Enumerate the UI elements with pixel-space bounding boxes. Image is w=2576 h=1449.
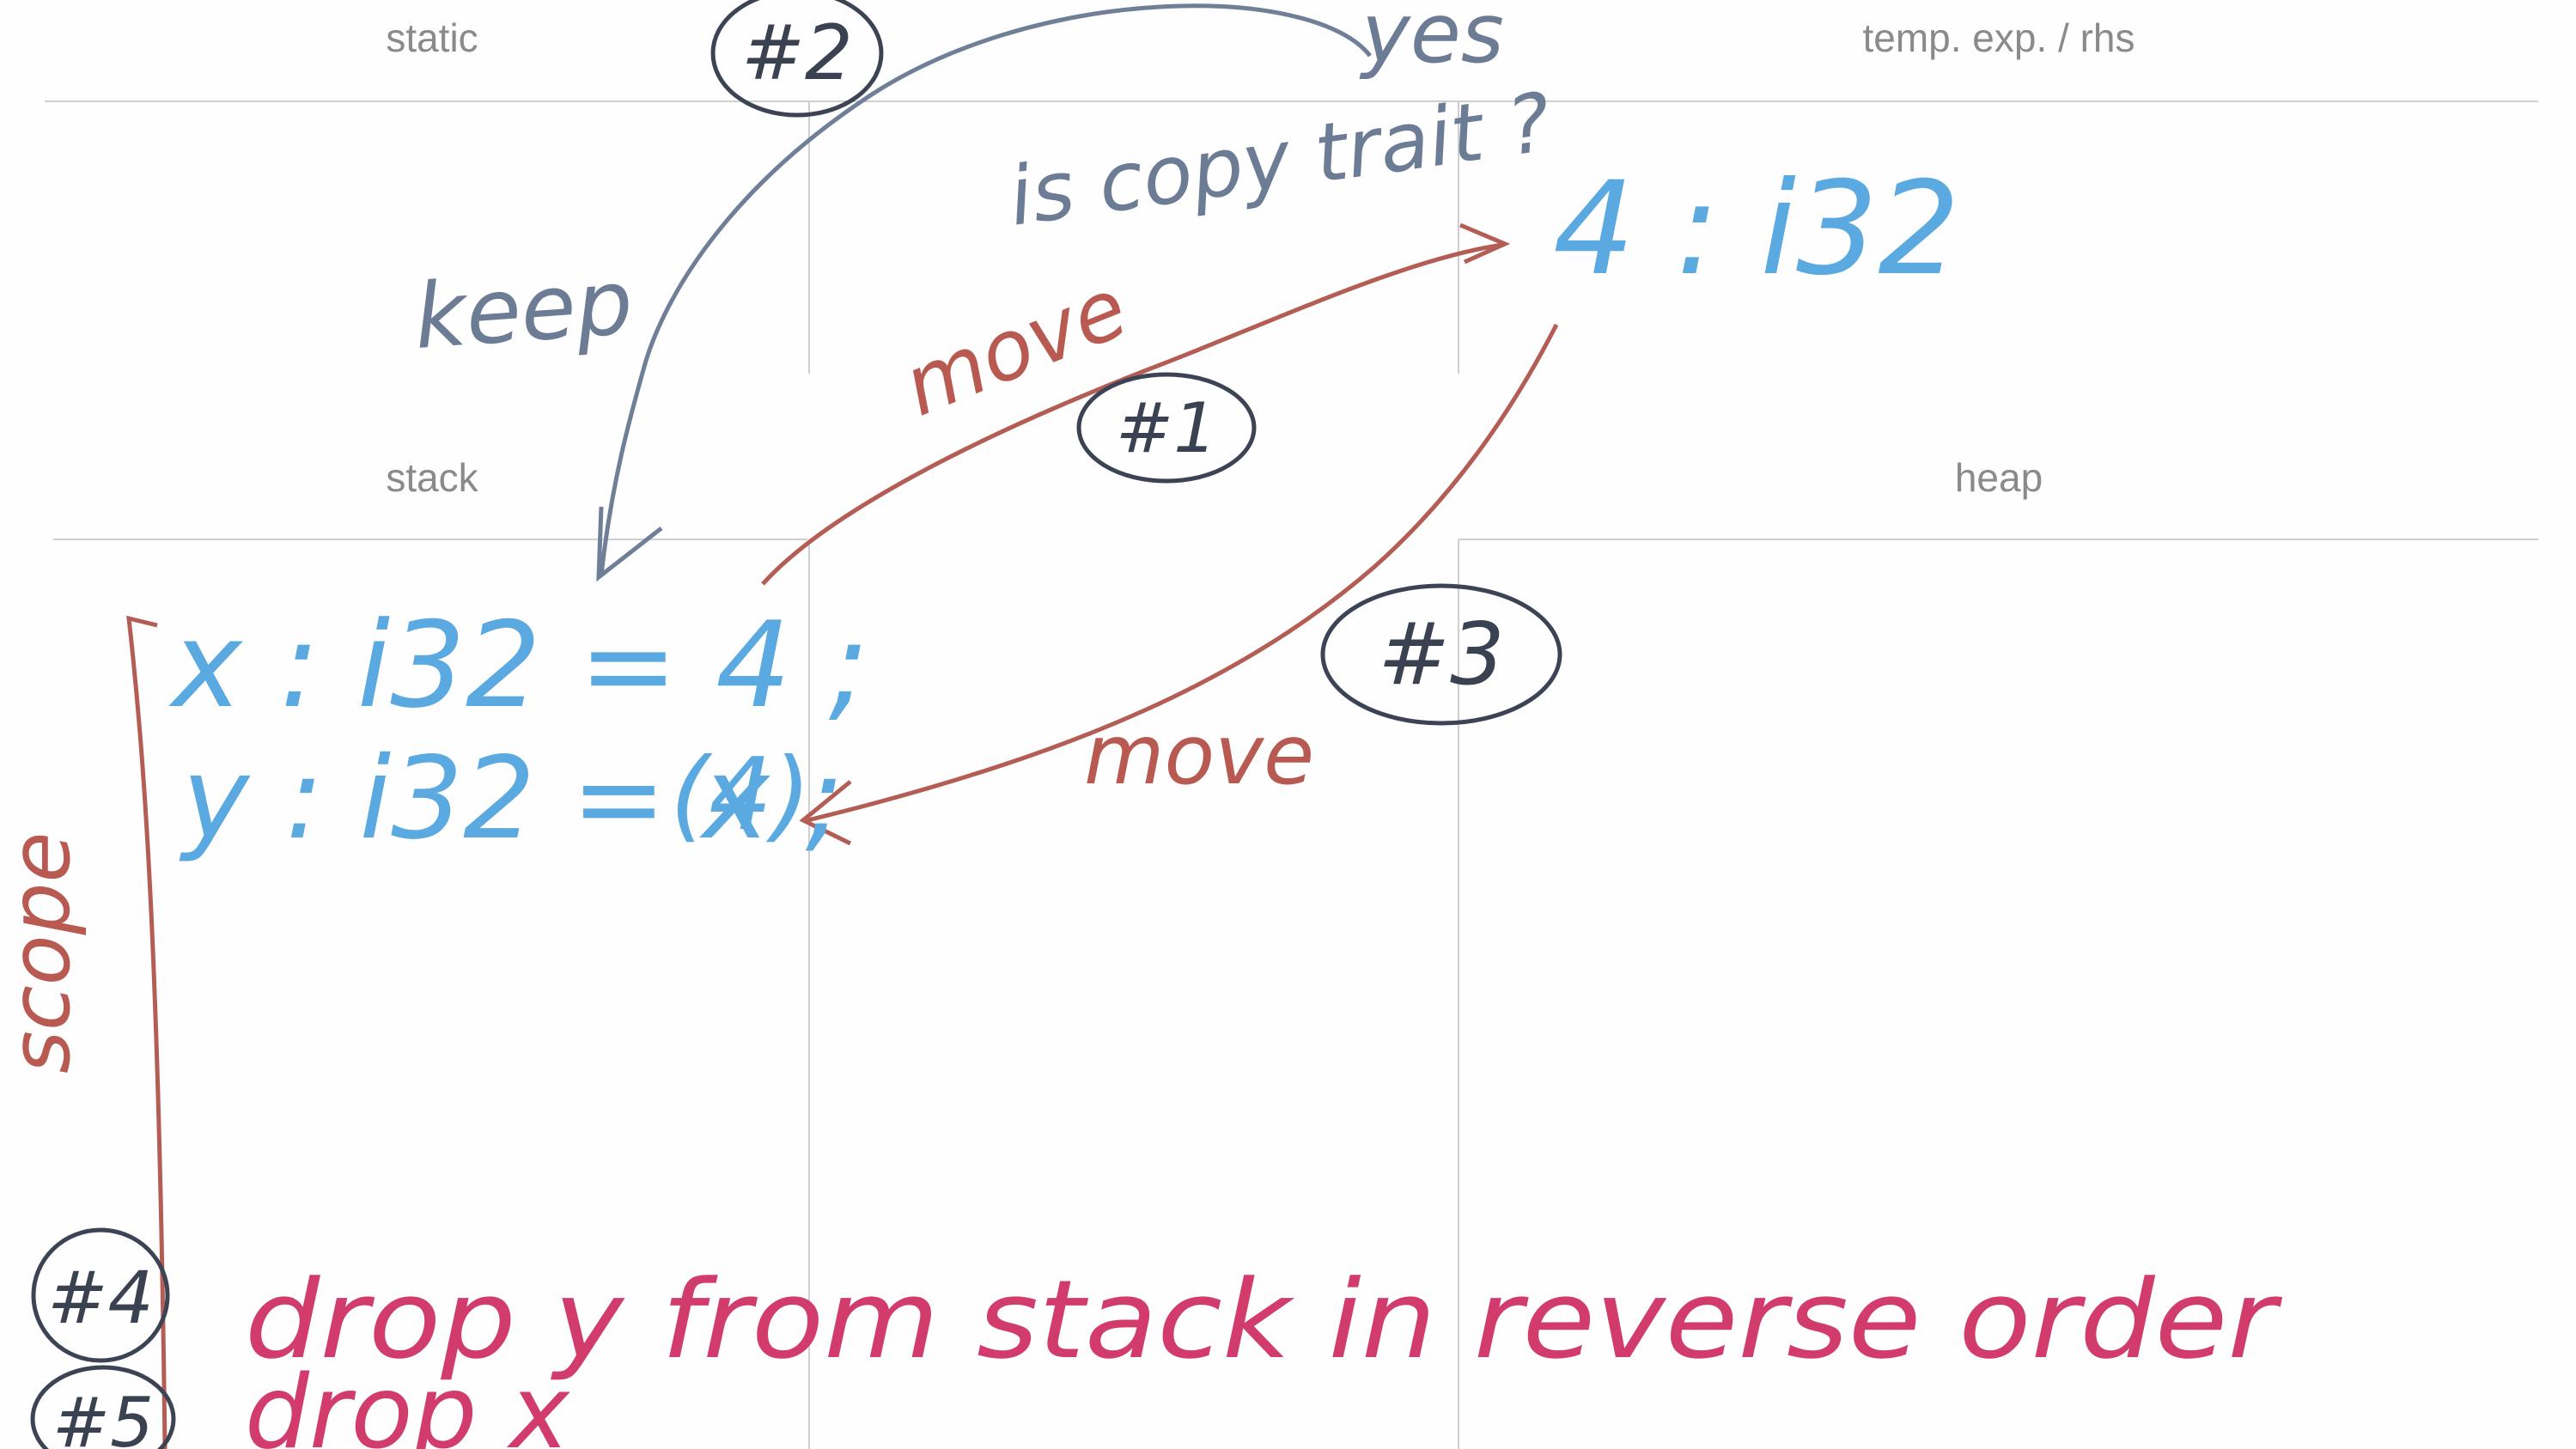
diagram: static temp. exp. / rhs stack heap #2 #1… (0, 0, 2538, 1449)
move-label-3: move (1084, 707, 1314, 803)
step-label-5: #5 (52, 1383, 154, 1449)
step-label-2: #2 (741, 9, 853, 97)
region-label-static: static (386, 15, 478, 60)
keep-arrow (599, 3, 1372, 576)
region-label-stack: stack (386, 455, 478, 500)
code-line-2-note: (4) (670, 737, 811, 853)
step-label-1: #1 (1116, 388, 1217, 468)
move-label-1: move (891, 259, 1141, 435)
temp-value: 4 : i32 (1553, 155, 1960, 304)
drop-instruction-2: drop x (245, 1353, 570, 1449)
code-line-1: x : i32 = 4 ; (168, 596, 868, 734)
yes-label: yes (1359, 0, 1504, 82)
step-label-3: #3 (1378, 604, 1504, 704)
keep-label: keep (411, 250, 636, 369)
region-label-heap: heap (1955, 455, 2043, 500)
step-label-4: #4 (47, 1256, 154, 1340)
scope-label: scope (0, 831, 88, 1074)
whiteboard-canvas: static temp. exp. / rhs stack heap #2 #1… (0, 0, 2576, 1449)
region-label-temp: temp. exp. / rhs (1862, 15, 2134, 60)
